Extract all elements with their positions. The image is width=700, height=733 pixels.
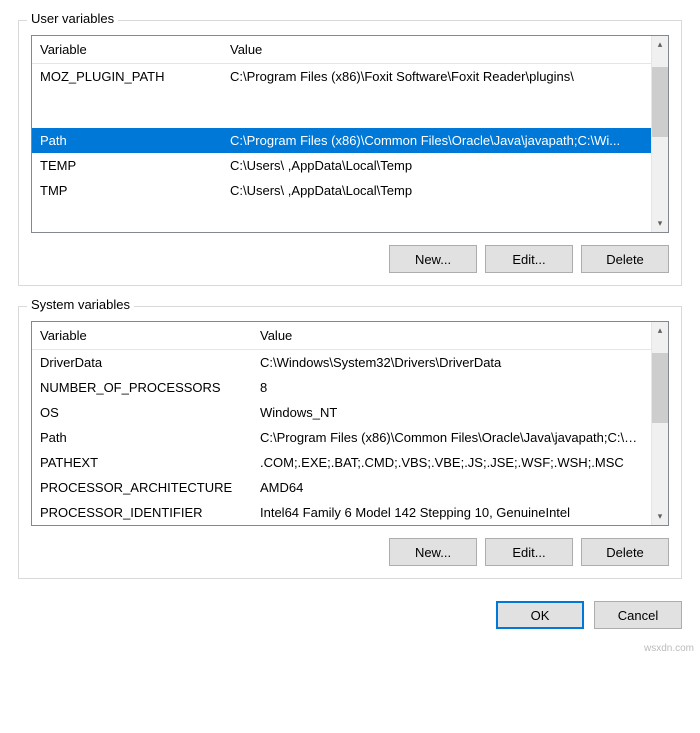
cell-variable: TEMP [32, 155, 222, 176]
system-buttons: New... Edit... Delete [31, 538, 669, 566]
scrollbar[interactable]: ▴ ▾ [651, 322, 668, 525]
ok-button[interactable]: OK [496, 601, 584, 629]
table-row[interactable]: Path C:\Program Files (x86)\Common Files… [32, 425, 651, 450]
scrollbar-thumb[interactable] [652, 67, 668, 137]
edit-button[interactable]: Edit... [485, 245, 573, 273]
cell-value: C:\Windows\System32\Drivers\DriverData [252, 352, 651, 373]
table-row[interactable]: NUMBER_OF_PROCESSORS 8 [32, 375, 651, 400]
new-button[interactable]: New... [389, 538, 477, 566]
cell-variable: Path [32, 427, 252, 448]
scroll-up-icon[interactable]: ▴ [652, 322, 668, 339]
cell-value: C:\Program Files (x86)\Common Files\Orac… [222, 130, 651, 151]
cancel-button[interactable]: Cancel [594, 601, 682, 629]
cell-variable: OS [32, 402, 252, 423]
scroll-up-icon[interactable]: ▴ [652, 36, 668, 53]
cell-value: 8 [252, 377, 651, 398]
scrollbar[interactable]: ▴ ▾ [651, 36, 668, 232]
system-group-title: System variables [27, 297, 134, 312]
table-row[interactable]: TEMP C:\Users\ ,AppData\Local\Temp [32, 153, 651, 178]
table-row[interactable]: TMP C:\Users\ ,AppData\Local\Temp [32, 178, 651, 203]
table-row[interactable]: OS Windows_NT [32, 400, 651, 425]
column-header-value[interactable]: Value [252, 322, 651, 349]
edit-button[interactable]: Edit... [485, 538, 573, 566]
scroll-down-icon[interactable]: ▾ [652, 215, 668, 232]
cell-value: C:\Program Files (x86)\Foxit Software\Fo… [222, 66, 651, 98]
table-row[interactable]: PROCESSOR_IDENTIFIER Intel64 Family 6 Mo… [32, 500, 651, 525]
user-variables-group: User variables Variable Value MOZ_PLUGIN… [18, 20, 682, 286]
new-button[interactable]: New... [389, 245, 477, 273]
column-header-variable[interactable]: Variable [32, 36, 222, 63]
cell-value: Intel64 Family 6 Model 142 Stepping 10, … [252, 502, 651, 523]
cell-variable: MOZ_PLUGIN_PATH [32, 66, 222, 98]
delete-button[interactable]: Delete [581, 538, 669, 566]
scrollbar-thumb[interactable] [652, 353, 668, 423]
table-row[interactable]: PATHEXT .COM;.EXE;.BAT;.CMD;.VBS;.VBE;.J… [32, 450, 651, 475]
table-row[interactable]: Path C:\Program Files (x86)\Common Files… [32, 128, 651, 153]
user-buttons: New... Edit... Delete [31, 245, 669, 273]
delete-button[interactable]: Delete [581, 245, 669, 273]
table-header: Variable Value [32, 322, 651, 350]
table-row[interactable]: DriverData C:\Windows\System32\Drivers\D… [32, 350, 651, 375]
spacer [32, 100, 651, 128]
cell-value: Windows_NT [252, 402, 651, 423]
cell-variable: TMP [32, 180, 222, 201]
cell-value: C:\Program Files (x86)\Common Files\Orac… [252, 427, 651, 448]
cell-variable: PROCESSOR_IDENTIFIER [32, 502, 252, 523]
scroll-down-icon[interactable]: ▾ [652, 508, 668, 525]
user-group-title: User variables [27, 11, 118, 26]
user-variables-table[interactable]: Variable Value MOZ_PLUGIN_PATH C:\Progra… [31, 35, 669, 233]
table-row[interactable]: PROCESSOR_ARCHITECTURE AMD64 [32, 475, 651, 500]
cell-variable: NUMBER_OF_PROCESSORS [32, 377, 252, 398]
cell-value: C:\Users\ ,AppData\Local\Temp [222, 180, 651, 201]
table-header: Variable Value [32, 36, 651, 64]
cell-value: AMD64 [252, 477, 651, 498]
cell-value: C:\Users\ ,AppData\Local\Temp [222, 155, 651, 176]
cell-variable: PROCESSOR_ARCHITECTURE [32, 477, 252, 498]
column-header-variable[interactable]: Variable [32, 322, 252, 349]
cell-variable: DriverData [32, 352, 252, 373]
cell-variable: Path [32, 130, 222, 151]
column-header-value[interactable]: Value [222, 36, 651, 63]
table-row[interactable]: MOZ_PLUGIN_PATH C:\Program Files (x86)\F… [32, 64, 651, 100]
cell-value: .COM;.EXE;.BAT;.CMD;.VBS;.VBE;.JS;.JSE;.… [252, 452, 651, 473]
system-variables-group: System variables Variable Value DriverDa… [18, 306, 682, 579]
watermark: wsxdn.com [0, 643, 700, 658]
system-variables-table[interactable]: Variable Value DriverData C:\Windows\Sys… [31, 321, 669, 526]
dialog-footer: OK Cancel [18, 589, 682, 629]
cell-variable: PATHEXT [32, 452, 252, 473]
